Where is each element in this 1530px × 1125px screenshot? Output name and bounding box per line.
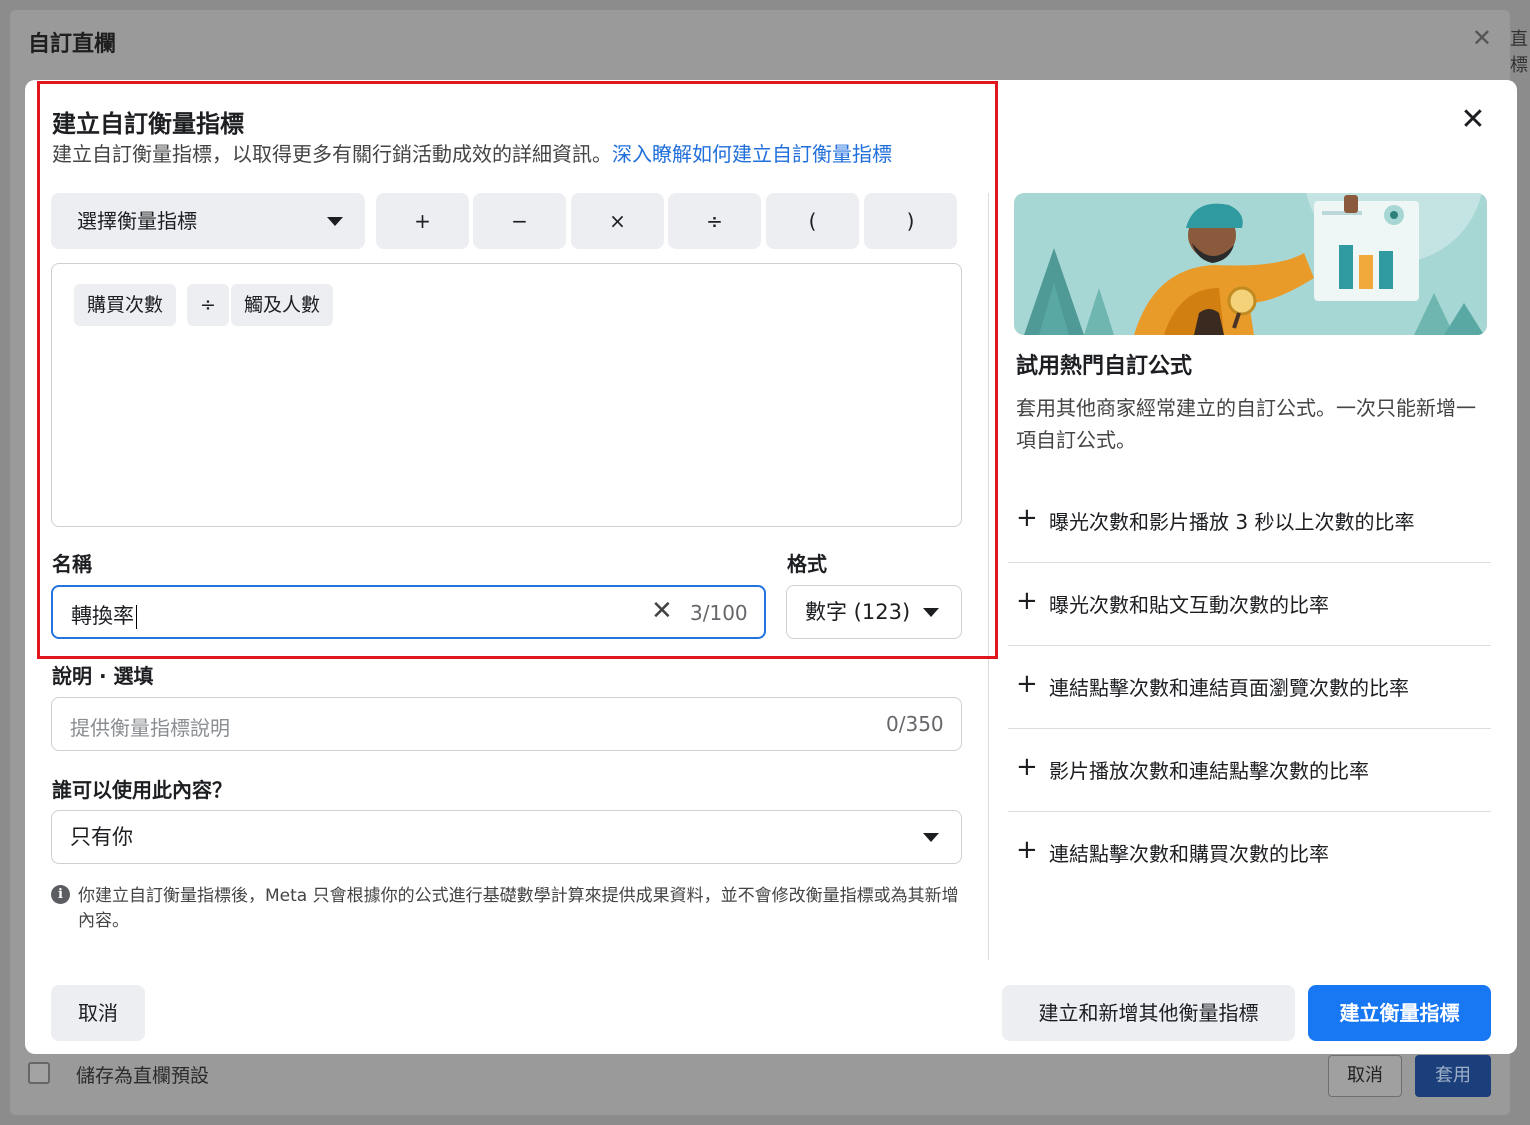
suggestion-label: 影片播放次數和連結點擊次數的比率 bbox=[1049, 759, 1369, 783]
subtitle-text: 建立自訂衡量指標，以取得更多有關行銷活動成效的詳細資訊。 bbox=[52, 142, 612, 166]
info-icon: i bbox=[51, 885, 70, 904]
clear-icon[interactable]: ✕ bbox=[651, 596, 673, 626]
operator-divide-button[interactable]: ÷ bbox=[668, 193, 761, 249]
suggestion-item[interactable]: + 曝光次數和影片播放 3 秒以上次數的比率 bbox=[1008, 480, 1491, 563]
plus-icon: + bbox=[1016, 503, 1038, 533]
learn-more-link[interactable]: 深入瞭解如何建立自訂衡量指標 bbox=[612, 142, 892, 166]
format-dropdown[interactable]: 數字 (123) bbox=[786, 585, 962, 639]
operator-multiply-button[interactable]: × bbox=[571, 193, 664, 249]
description-char-count: 0/350 bbox=[886, 712, 944, 736]
suggestion-label: 曝光次數和貼文互動次數的比率 bbox=[1049, 593, 1329, 617]
suggestion-item[interactable]: + 影片播放次數和連結點擊次數的比率 bbox=[1008, 729, 1491, 812]
format-value: 數字 (123) bbox=[805, 600, 911, 624]
background-cancel-button: 取消 bbox=[1328, 1055, 1402, 1097]
plus-icon: + bbox=[1016, 752, 1038, 782]
save-preset-label: 儲存為直欄預設 bbox=[76, 1065, 210, 1087]
formula-token-operator[interactable]: ÷ bbox=[187, 284, 229, 326]
formula-editor[interactable]: 購買次數 ÷ 觸及人數 bbox=[51, 263, 962, 527]
formula-token-metric[interactable]: 購買次數 bbox=[74, 284, 177, 326]
column-divider bbox=[988, 193, 989, 960]
suggestion-item[interactable]: + 連結點擊次數和連結頁面瀏覽次數的比率 bbox=[1008, 646, 1491, 729]
cancel-button[interactable]: 取消 bbox=[51, 985, 145, 1041]
modal-subtitle: 建立自訂衡量指標，以取得更多有關行銷活動成效的詳細資訊。深入瞭解如何建立自訂衡量… bbox=[52, 138, 892, 167]
background-edge-text: 直標 bbox=[1510, 29, 1528, 76]
access-value: 只有你 bbox=[70, 825, 133, 849]
suggestion-item[interactable]: + 連結點擊次數和購買次數的比率 bbox=[1008, 812, 1491, 895]
name-char-count: 3/100 bbox=[690, 601, 748, 625]
suggestion-label: 連結點擊次數和連結頁面瀏覽次數的比率 bbox=[1049, 676, 1409, 700]
format-label: 格式 bbox=[787, 552, 827, 576]
plus-icon: + bbox=[1016, 669, 1038, 699]
operator-minus-button[interactable]: − bbox=[473, 193, 566, 249]
access-dropdown[interactable]: 只有你 bbox=[51, 810, 962, 864]
background-title: 自訂直欄 bbox=[28, 32, 117, 57]
create-and-add-button[interactable]: 建立和新增其他衡量指標 bbox=[1002, 985, 1295, 1041]
save-preset-checkbox bbox=[28, 1062, 50, 1084]
caret-down-icon bbox=[327, 217, 343, 226]
name-field[interactable]: 轉換率 ✕ 3/100 bbox=[51, 585, 766, 639]
suggestion-label: 曝光次數和影片播放 3 秒以上次數的比率 bbox=[1049, 510, 1415, 534]
name-value: 轉換率 bbox=[71, 600, 137, 630]
plus-icon: + bbox=[1016, 835, 1038, 865]
plus-icon: + bbox=[1016, 586, 1038, 616]
background-footer: 儲存為直欄預設 取消 套用 bbox=[10, 1055, 1510, 1115]
close-paren-button[interactable]: ) bbox=[864, 193, 957, 249]
caret-down-icon bbox=[923, 833, 939, 842]
info-text: 你建立自訂衡量指標後，Meta 只會根據你的公式進行基礎數學計算來提供成果資料，… bbox=[78, 886, 959, 931]
access-label: 誰可以使用此內容？ bbox=[52, 778, 232, 802]
caret-down-icon bbox=[923, 608, 939, 617]
create-metric-button[interactable]: 建立衡量指標 bbox=[1308, 985, 1491, 1041]
suggestions-description: 套用其他商家經常建立的自訂公式。一次只能新增一項自訂公式。 bbox=[1016, 396, 1476, 452]
modal-title: 建立自訂衡量指標 bbox=[52, 110, 244, 138]
suggestion-item[interactable]: + 曝光次數和貼文互動次數的比率 bbox=[1008, 563, 1491, 646]
operator-plus-button[interactable]: + bbox=[376, 193, 469, 249]
suggestions-title: 試用熱門自訂公式 bbox=[1016, 354, 1193, 379]
background-apply-button: 套用 bbox=[1415, 1055, 1491, 1097]
metric-select-dropdown[interactable]: 選擇衡量指標 bbox=[51, 193, 365, 249]
description-placeholder: 提供衡量指標說明 bbox=[70, 716, 230, 740]
formula-token-metric[interactable]: 觸及人數 bbox=[231, 284, 334, 326]
background-header: 自訂直欄 ✕ bbox=[10, 10, 1510, 70]
create-custom-metric-modal: 建立自訂衡量指標 建立自訂衡量指標，以取得更多有關行銷活動成效的詳細資訊。深入瞭… bbox=[25, 80, 1517, 1054]
suggestion-label: 連結點擊次數和購買次數的比率 bbox=[1049, 842, 1329, 866]
background-close-icon: ✕ bbox=[1471, 24, 1492, 52]
description-label: 說明 · 選填 bbox=[52, 664, 154, 688]
description-field[interactable]: 提供衡量指標說明 0/350 bbox=[51, 697, 962, 751]
illustration-image bbox=[1014, 193, 1487, 335]
name-label: 名稱 bbox=[52, 552, 92, 576]
close-icon[interactable]: ✕ bbox=[1455, 102, 1491, 138]
metric-select-label: 選擇衡量指標 bbox=[77, 209, 197, 233]
open-paren-button[interactable]: ( bbox=[766, 193, 859, 249]
